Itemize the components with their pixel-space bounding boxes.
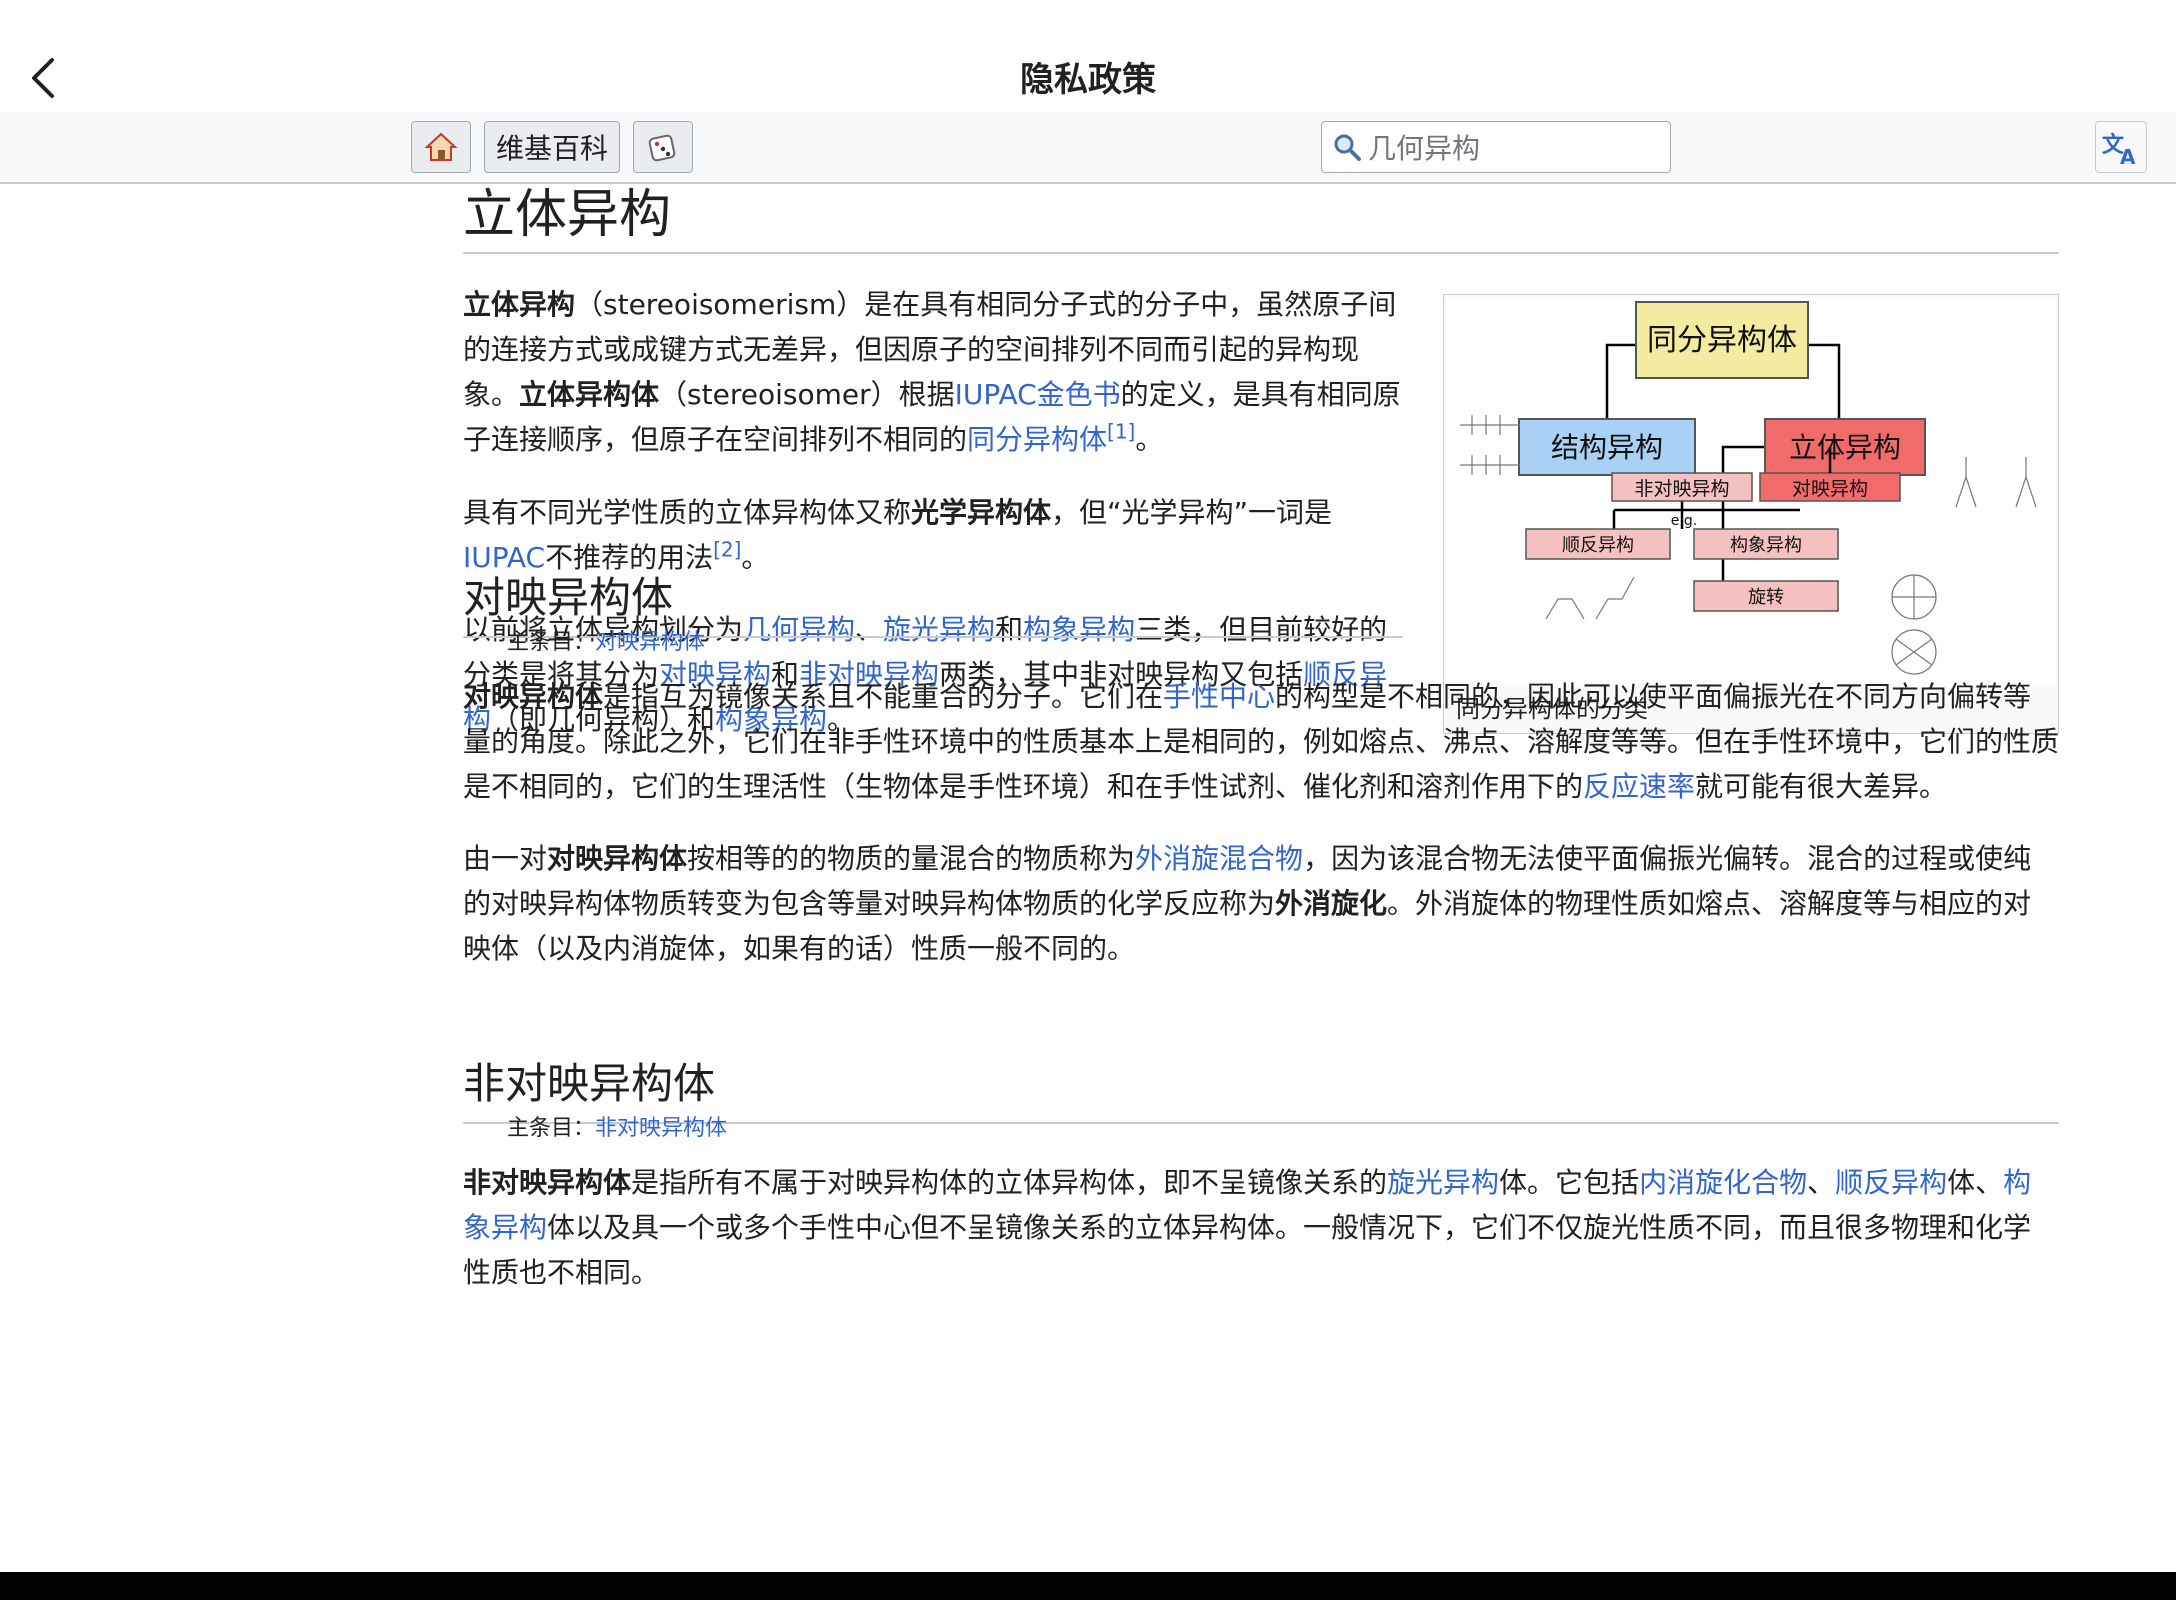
diagram-enantiomer-label: 对映异构 <box>1792 478 1868 500</box>
app-bar: 隐私政策 <box>0 0 2176 112</box>
diagram-eg-label: e.g. <box>1671 513 1697 529</box>
dice-icon <box>648 134 676 162</box>
enantiomer-paragraph-1: 对映异构体是指互为镜像关系且不能重合的分子。它们在手性中心的构型是不相同的，因此… <box>463 680 2059 803</box>
hatnote-enantiomer: 主条目：对映异构体 <box>507 630 706 655</box>
wikipedia-button[interactable]: 维基百科 <box>484 121 620 173</box>
diagram-root-label: 同分异构体 <box>1647 323 1797 358</box>
translate-button[interactable]: 文 A <box>2095 121 2147 173</box>
link-chiral-center[interactable]: 手性中心 <box>1163 680 1275 713</box>
diastereomer-paragraph-1: 非对映异构体是指所有不属于对映异构体的立体异构体，即不呈镜像关系的旋光异构体。它… <box>463 1166 2032 1289</box>
link-meso-compound[interactable]: 内消旋化合物 <box>1639 1166 1807 1199</box>
svg-text:A: A <box>2120 145 2136 169</box>
isomer-figure: 同分异构体 结构异构 立体异构 非对映异构 对映异构 e.g. 顺反异构 构象异… <box>1443 294 2059 734</box>
hatnote-link-enantiomer[interactable]: 对映异构体 <box>595 630 705 655</box>
link-racemic-mixture[interactable]: 外消旋混合物 <box>1135 842 1303 875</box>
link-optical-isomer-2[interactable]: 旋光异构 <box>1387 1166 1499 1199</box>
reference-2[interactable]: [2] <box>713 538 741 562</box>
article-content: 立体异构 立体异构（stereoisomerism）是在具有相同分子式的分子中，… <box>463 182 2059 1572</box>
wiki-toolbar <box>0 112 2176 184</box>
link-reaction-rate[interactable]: 反应速率 <box>1583 770 1695 803</box>
article-title: 立体异构 <box>463 182 2059 254</box>
hatnote-link-diastereomer[interactable]: 非对映异构体 <box>595 1116 727 1141</box>
intro-paragraph-1: 立体异构（stereoisomerism）是在具有相同分子式的分子中，虽然原子间… <box>463 288 1401 456</box>
diagram-stereo-label: 立体异构 <box>1789 431 1901 464</box>
diagram-conformer-label: 构象异构 <box>1730 535 1802 556</box>
enantiomer-paragraph-2: 由一对对映异构体按相等的的物质的量混合的物质称为外消旋混合物，因为该混合物无法使… <box>463 842 2032 965</box>
isomer-classification-diagram[interactable]: 同分异构体 结构异构 立体异构 非对映异构 对映异构 e.g. 顺反异构 构象异… <box>1446 297 2056 687</box>
wikipedia-button-label: 维基百科 <box>495 132 608 165</box>
home-button[interactable] <box>411 121 471 173</box>
random-article-button[interactable] <box>633 121 693 173</box>
search-box[interactable] <box>1321 121 1671 173</box>
hatnote-diastereomer: 主条目：非对映异构体 <box>507 1116 728 1141</box>
search-icon <box>1334 134 1361 161</box>
page-title: 隐私政策 <box>1020 60 1156 100</box>
translate-icon: 文 A <box>2102 132 2136 169</box>
system-navigation-bar <box>0 1572 2176 1600</box>
diagram-structural-label: 结构异构 <box>1551 431 1663 464</box>
link-iupac-goldbook[interactable]: IUPAC金色书 <box>955 378 1121 411</box>
diagram-cistrans-label: 顺反异构 <box>1562 535 1634 556</box>
search-input[interactable] <box>1366 128 1660 168</box>
home-icon <box>424 132 458 161</box>
intro-paragraph-2: 具有不同光学性质的立体异构体又称光学异构体，但“光学异构”一词是IUPAC不推荐… <box>463 496 1333 574</box>
diagram-diastereomer-label: 非对映异构 <box>1634 478 1729 500</box>
diagram-rotation-label: 旋转 <box>1748 587 1784 608</box>
link-cis-trans-2[interactable]: 顺反异构 <box>1835 1166 1947 1199</box>
reference-1[interactable]: [1] <box>1107 420 1135 444</box>
link-isomer[interactable]: 同分异构体 <box>967 423 1107 456</box>
